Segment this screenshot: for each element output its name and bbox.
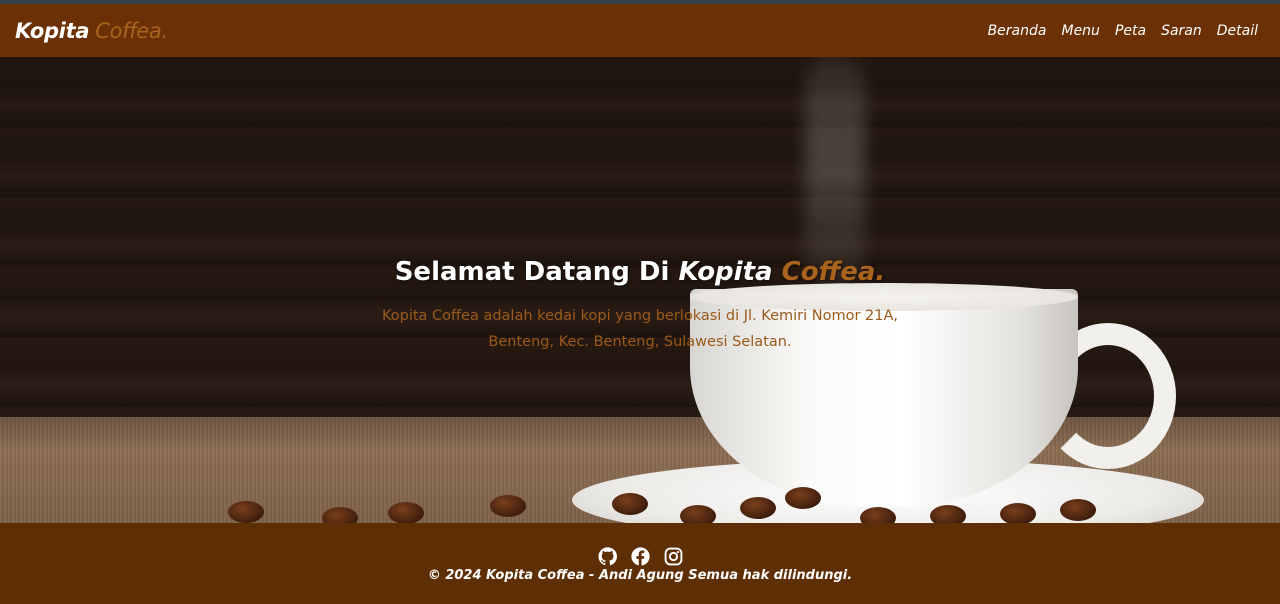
coffee-bean — [612, 493, 648, 515]
nav-link-saran[interactable]: Saran — [1161, 23, 1202, 39]
nav-link-beranda[interactable]: Beranda — [988, 23, 1047, 39]
nav-links: Beranda Menu Peta Saran Detail — [988, 23, 1258, 39]
hero-title: Selamat Datang Di Kopita Coffea. — [0, 257, 1280, 287]
coffee-bean — [740, 497, 776, 519]
coffee-bean — [930, 505, 966, 523]
instagram-icon[interactable] — [664, 547, 683, 566]
nav-link-menu[interactable]: Menu — [1061, 23, 1099, 39]
copyright-text: © 2024 Kopita Coffea - Andi Agung Semua … — [427, 568, 853, 583]
hero-title-brand: Kopita — [678, 257, 773, 287]
coffee-bean — [1000, 503, 1036, 523]
facebook-icon[interactable] — [630, 547, 650, 566]
navbar: Kopita Coffea. Beranda Menu Peta Saran De… — [0, 4, 1280, 57]
hero-steam — [805, 57, 865, 287]
social-links — [0, 547, 1280, 566]
hero-section: Selamat Datang Di Kopita Coffea. Kopita … — [0, 57, 1280, 523]
footer: © 2024 Kopita Coffea - Andi Agung Semua … — [0, 523, 1280, 604]
coffee-bean — [322, 507, 358, 523]
coffee-bean — [490, 495, 526, 517]
coffee-bean — [1060, 499, 1096, 521]
coffee-bean — [680, 505, 716, 523]
brand-logo[interactable]: Kopita Coffea. — [15, 19, 168, 43]
coffee-bean — [228, 501, 264, 523]
coffee-bean — [388, 502, 424, 523]
coffee-bean — [860, 507, 896, 523]
hero-content: Selamat Datang Di Kopita Coffea. Kopita … — [0, 257, 1280, 355]
github-icon[interactable] — [597, 547, 617, 566]
brand-name: Kopita — [15, 18, 90, 43]
nav-link-detail[interactable]: Detail — [1217, 23, 1258, 39]
brand-accent: Coffea. — [95, 18, 168, 43]
hero-description: Kopita Coffea adalah kedai kopi yang ber… — [381, 308, 899, 350]
hero-title-prefix: Selamat Datang Di — [394, 257, 679, 287]
nav-link-peta[interactable]: Peta — [1115, 23, 1146, 39]
hero-title-accent: Coffea. — [781, 257, 886, 287]
coffee-bean — [785, 487, 821, 509]
